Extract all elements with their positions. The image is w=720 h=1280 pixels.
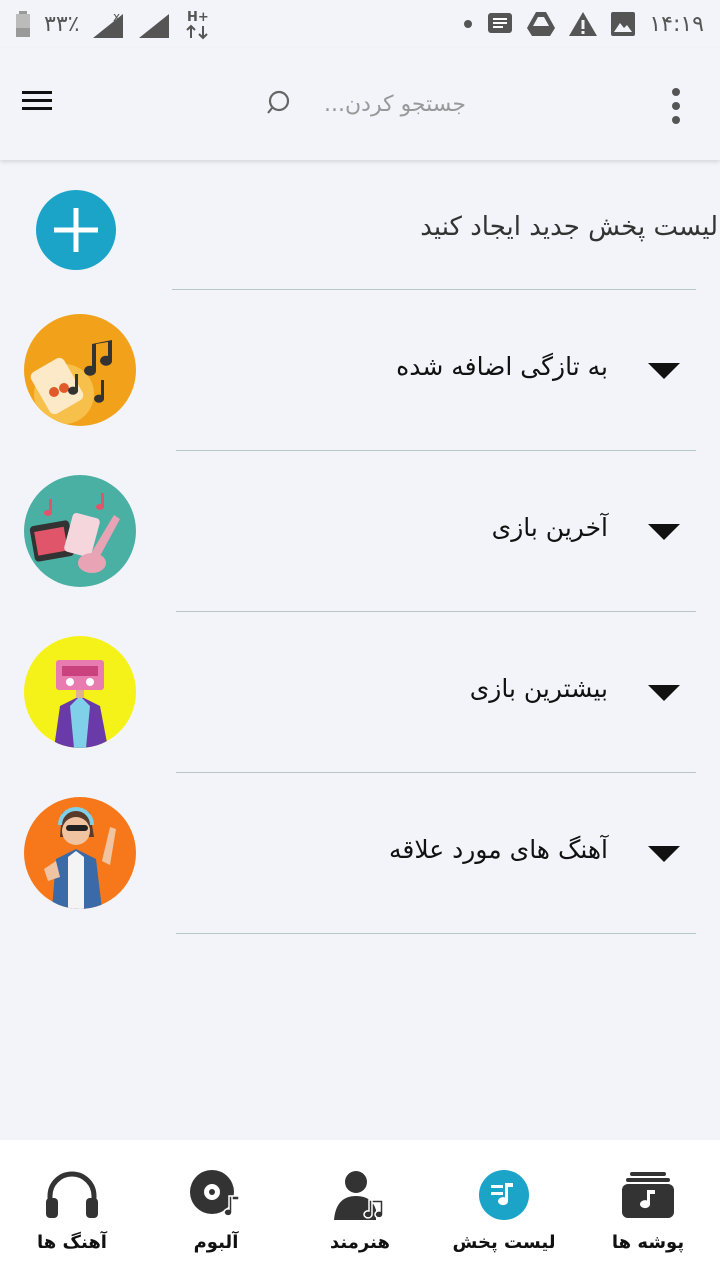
nav-tab-songs[interactable]: آهنگ ها	[0, 1140, 144, 1280]
dropdown-arrow-icon[interactable]	[648, 524, 680, 540]
playlist-item-most-played[interactable]: بیشترین بازی	[0, 612, 720, 773]
playlist-item-favorites[interactable]: آهنگ های مورد علاقه	[0, 773, 720, 934]
divider	[176, 933, 696, 934]
image-icon	[611, 12, 636, 36]
playlist-item-recently-added[interactable]: به تازگی اضافه شده	[0, 290, 720, 451]
folder-music-icon	[618, 1168, 678, 1222]
status-bar: ۳۳٪ x H+ ۱۴:۱۹	[0, 0, 720, 48]
signal-no-service-icon: x	[93, 10, 125, 38]
battery-icon	[16, 11, 30, 37]
network-type-label: H+	[187, 10, 209, 25]
warning-icon	[569, 12, 598, 36]
nav-label-playlist: لیست پخش	[452, 1232, 556, 1253]
search-bar[interactable]	[266, 84, 476, 124]
playlist-item-last-played[interactable]: آخرین بازی	[0, 451, 720, 612]
signal-icon	[139, 10, 171, 38]
nav-label-album: آلبوم	[193, 1232, 239, 1253]
playlist-title: به تازگی اضافه شده	[396, 352, 608, 381]
playlist-title: بیشترین بازی	[469, 674, 608, 703]
svg-text:x: x	[113, 10, 120, 24]
create-playlist-row[interactable]: لیست پخش جدید ایجاد کنید	[0, 160, 720, 290]
artist-icon	[330, 1168, 390, 1222]
data-network-icon: H+	[185, 8, 213, 40]
nav-tab-artist[interactable]: هنرمند	[288, 1140, 432, 1280]
playlist-title: آخرین بازی	[491, 513, 608, 542]
nav-tab-playlist[interactable]: لیست پخش	[432, 1140, 576, 1280]
clock: ۱۴:۱۹	[649, 11, 704, 37]
nav-label-folders: پوشه ها	[611, 1232, 685, 1253]
bottom-navigation: آهنگ ها آلبوم هنرمند لیست پخش پوشه ها	[0, 1140, 720, 1280]
add-playlist-button[interactable]	[36, 190, 116, 270]
playlist-thumbnail	[24, 314, 136, 426]
app-bar	[0, 48, 720, 160]
dropdown-arrow-icon[interactable]	[648, 685, 680, 701]
nav-label-songs: آهنگ ها	[37, 1232, 107, 1253]
search-input[interactable]	[306, 91, 466, 117]
drive-icon	[527, 12, 556, 36]
dropdown-arrow-icon[interactable]	[648, 846, 680, 862]
notification-dot-icon	[463, 19, 473, 29]
playlist-icon	[474, 1168, 534, 1222]
plus-icon	[54, 208, 98, 252]
playlist-thumbnail	[24, 636, 136, 748]
message-icon	[487, 12, 513, 36]
nav-label-artist: هنرمند	[330, 1232, 390, 1253]
headphones-icon	[42, 1168, 102, 1222]
search-icon[interactable]	[266, 89, 292, 119]
create-playlist-label: لیست پخش جدید ایجاد کنید	[420, 212, 718, 242]
dropdown-arrow-icon[interactable]	[648, 363, 680, 379]
playlist-title: آهنگ های مورد علاقه	[389, 835, 608, 864]
battery-percent: ۳۳٪	[44, 11, 80, 37]
playlist-thumbnail	[24, 475, 136, 587]
more-options-icon[interactable]	[666, 86, 686, 126]
playlist-thumbnail	[24, 797, 136, 909]
nav-tab-folders[interactable]: پوشه ها	[576, 1140, 720, 1280]
album-disc-icon	[186, 1168, 246, 1222]
nav-tab-album[interactable]: آلبوم	[144, 1140, 288, 1280]
hamburger-menu-icon[interactable]	[22, 86, 58, 122]
